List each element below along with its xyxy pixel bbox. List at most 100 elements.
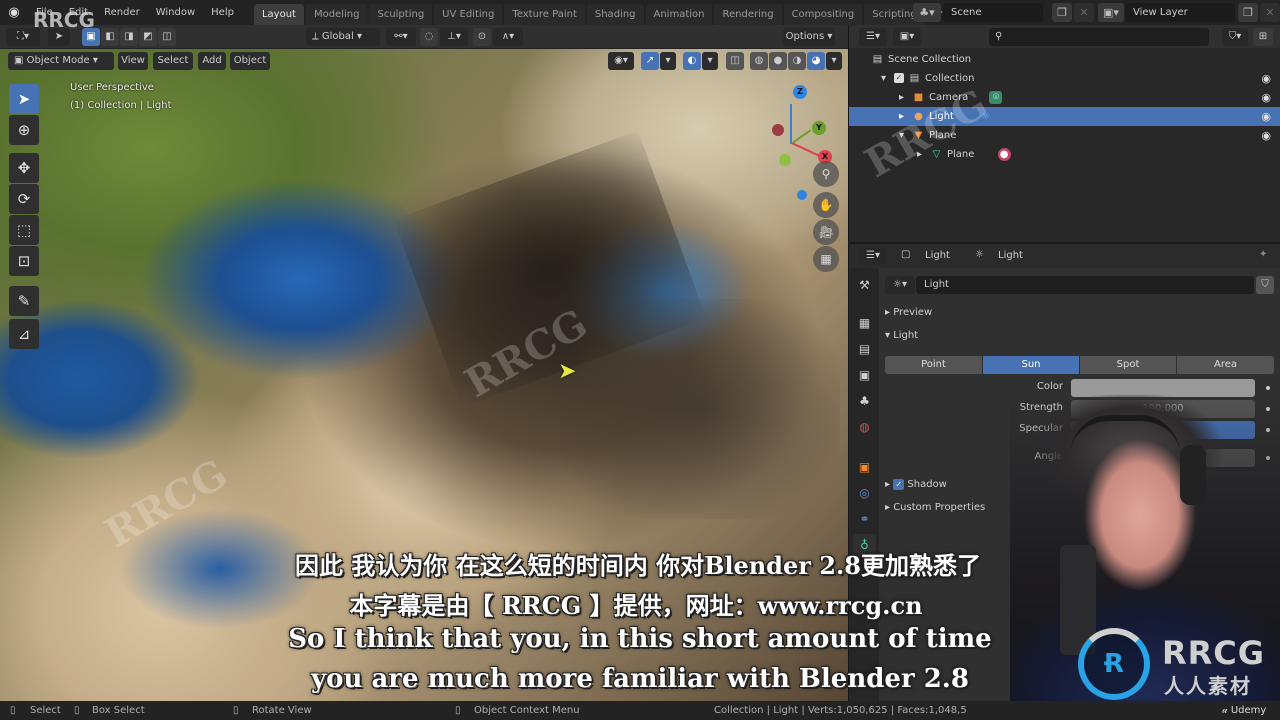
proportional-edit-toggle[interactable]: ⊙ (473, 28, 491, 46)
tool-measure[interactable]: ⊿ (9, 319, 39, 349)
scene-browse-button[interactable]: ♣▾ (913, 3, 941, 22)
tab-modeling[interactable]: Modeling (305, 4, 368, 25)
select-mode-extend[interactable]: ◧ (101, 28, 119, 46)
new-view-layer-button[interactable]: ❐ (1238, 3, 1258, 22)
properties-editor-type[interactable]: ☰▾ (859, 247, 887, 265)
xray-toggle[interactable]: ◫ (726, 52, 744, 70)
tool-annotate[interactable]: ✎ (9, 286, 39, 316)
select-mode-subtract[interactable]: ◨ (120, 28, 138, 46)
gizmo-neg-x-handle[interactable] (772, 124, 784, 136)
outliner-editor-type[interactable]: ☰▾ (859, 28, 887, 46)
tab-view-layer[interactable]: ▣ (853, 364, 876, 386)
outliner-search-input[interactable]: ⚲ (989, 28, 1209, 46)
menu-render[interactable]: Render (96, 0, 148, 25)
gizmo-z-handle[interactable]: Z (793, 85, 807, 99)
tab-animation[interactable]: Animation (645, 4, 713, 25)
menu-add[interactable]: Add (198, 52, 226, 70)
panel-preview[interactable]: ▸ Preview (885, 307, 932, 318)
tool-transform[interactable]: ⊡ (9, 246, 39, 276)
expand-arrow-icon[interactable]: ▸ (913, 148, 926, 161)
pan-view-button[interactable]: ✋ (813, 192, 839, 218)
fake-user-toggle[interactable]: ⛉ (1256, 276, 1274, 294)
new-collection-button[interactable]: ⊞ (1253, 28, 1273, 46)
shading-material[interactable]: ◑ (788, 52, 806, 70)
tab-render[interactable]: ▦ (853, 312, 876, 334)
light-type-spot[interactable]: Spot (1080, 356, 1176, 374)
scene-name-field[interactable]: Scene (943, 3, 1043, 22)
keyframe-dot-icon[interactable] (1266, 386, 1270, 390)
menu-window[interactable]: Window (148, 0, 203, 25)
overlay-dropdown[interactable]: ▾ (702, 52, 718, 70)
panel-custom-properties[interactable]: ▸ Custom Properties (885, 502, 985, 513)
tab-physics[interactable]: ◎ (853, 482, 876, 504)
outliner-item-plane[interactable]: ▾ ▼ Plane ◉ (849, 126, 1280, 145)
pivot-point-dropdown[interactable]: ⚯▾ (386, 28, 416, 46)
tab-compositing[interactable]: Compositing (783, 4, 863, 25)
tool-cursor[interactable]: ⊕ (9, 115, 39, 145)
select-mode-intersect[interactable]: ◫ (158, 28, 176, 46)
material-icon[interactable]: ● (997, 147, 1011, 161)
shading-dropdown[interactable]: ▾ (826, 52, 842, 70)
tab-constraints[interactable]: ⚭ (853, 508, 876, 530)
collapse-arrow-icon[interactable]: ▾ (895, 129, 908, 142)
tool-select-box[interactable]: ➤ (9, 84, 39, 114)
light-type-point[interactable]: Point (885, 356, 982, 374)
gizmo-neg-y-handle[interactable] (779, 154, 791, 166)
shading-rendered[interactable]: ◕ (807, 52, 825, 70)
snap-target-dropdown[interactable]: ⊥▾ (440, 28, 468, 46)
gizmo-dropdown[interactable]: ▾ (660, 52, 676, 70)
tab-tool[interactable]: ⚒ (853, 274, 876, 296)
tab-texture-paint[interactable]: Texture Paint (504, 4, 585, 25)
filter-dropdown[interactable]: ⛉▾ (1222, 28, 1248, 46)
sun-data-icon[interactable]: ☼ (979, 110, 992, 123)
gizmo-y-handle[interactable]: Y (812, 121, 826, 135)
gizmo-toggle[interactable]: ↗ (641, 52, 659, 70)
panel-shadow[interactable]: ▸ ✓ Shadow (885, 479, 947, 490)
visibility-eye-icon[interactable]: ◉ (1261, 88, 1271, 107)
visibility-eye-icon[interactable]: ◉ (1261, 126, 1271, 145)
menu-object[interactable]: Object (230, 52, 270, 70)
light-type-sun[interactable]: Sun (983, 356, 1079, 374)
gizmo-neg-z-handle[interactable] (797, 190, 807, 200)
view-layer-name-field[interactable]: View Layer (1125, 3, 1235, 22)
camera-data-icon[interactable]: ⌾ (989, 90, 1003, 104)
delete-view-layer-button[interactable]: ✕ (1260, 3, 1280, 22)
outliner-item-scene-collection[interactable]: ▤ Scene Collection (849, 50, 1280, 69)
tab-layout[interactable]: Layout (253, 4, 304, 25)
menu-select[interactable]: Select (153, 52, 193, 70)
proportional-falloff-dropdown[interactable]: ∧▾ (493, 28, 523, 46)
tab-output[interactable]: ▤ (853, 338, 876, 360)
tool-rotate[interactable]: ⟳ (9, 184, 39, 214)
visibility-eye-icon[interactable]: ◉ (1261, 107, 1271, 126)
tab-shading[interactable]: Shading (586, 4, 644, 25)
menu-help[interactable]: Help (203, 0, 242, 25)
ortho-toggle-button[interactable]: ▦ (813, 246, 839, 272)
panel-light[interactable]: ▾ Light (885, 330, 918, 341)
light-type-area[interactable]: Area (1177, 356, 1274, 374)
shading-solid[interactable]: ● (769, 52, 787, 70)
collapse-arrow-icon[interactable]: ▾ (877, 72, 890, 85)
outliner-item-camera[interactable]: ▸ ■ Camera ⌾ ◉ (849, 88, 1280, 107)
collection-checkbox[interactable]: ✓ (894, 73, 904, 83)
select-mode-invert[interactable]: ◩ (139, 28, 157, 46)
menu-view[interactable]: View (118, 52, 148, 70)
tab-sculpting[interactable]: Sculpting (369, 4, 433, 25)
shading-wireframe[interactable]: ◍ (750, 52, 768, 70)
mode-dropdown[interactable]: ▣ Object Mode ▾ (8, 52, 114, 70)
display-mode-dropdown[interactable]: ▣▾ (893, 28, 921, 46)
transform-orientation-dropdown[interactable]: ⟂ Global ▾ (306, 28, 380, 46)
view-layer-browse-button[interactable]: ▣▾ (1098, 3, 1124, 22)
expand-arrow-icon[interactable]: ▸ (895, 91, 908, 104)
tab-rendering[interactable]: Rendering (714, 4, 782, 25)
datablock-name-field[interactable]: Light (916, 276, 1254, 294)
datablock-browse[interactable]: ☼▾ (885, 276, 915, 294)
zoom-view-button[interactable]: ⚲ (813, 161, 839, 187)
shadow-checkbox[interactable]: ✓ (893, 479, 905, 490)
expand-arrow-icon[interactable]: ▸ (895, 110, 908, 123)
tab-scene[interactable]: ♣ (853, 390, 876, 412)
outliner-item-plane-mesh[interactable]: ▸ ▽ Plane ● (849, 145, 1280, 164)
tab-uv-editing[interactable]: UV Editing (434, 4, 503, 25)
tab-world[interactable]: ◍ (853, 416, 876, 438)
outliner-item-light[interactable]: ▸ ● Light ☼ ◉ (849, 107, 1280, 126)
visibility-eye-icon[interactable]: ◉ (1261, 69, 1271, 88)
